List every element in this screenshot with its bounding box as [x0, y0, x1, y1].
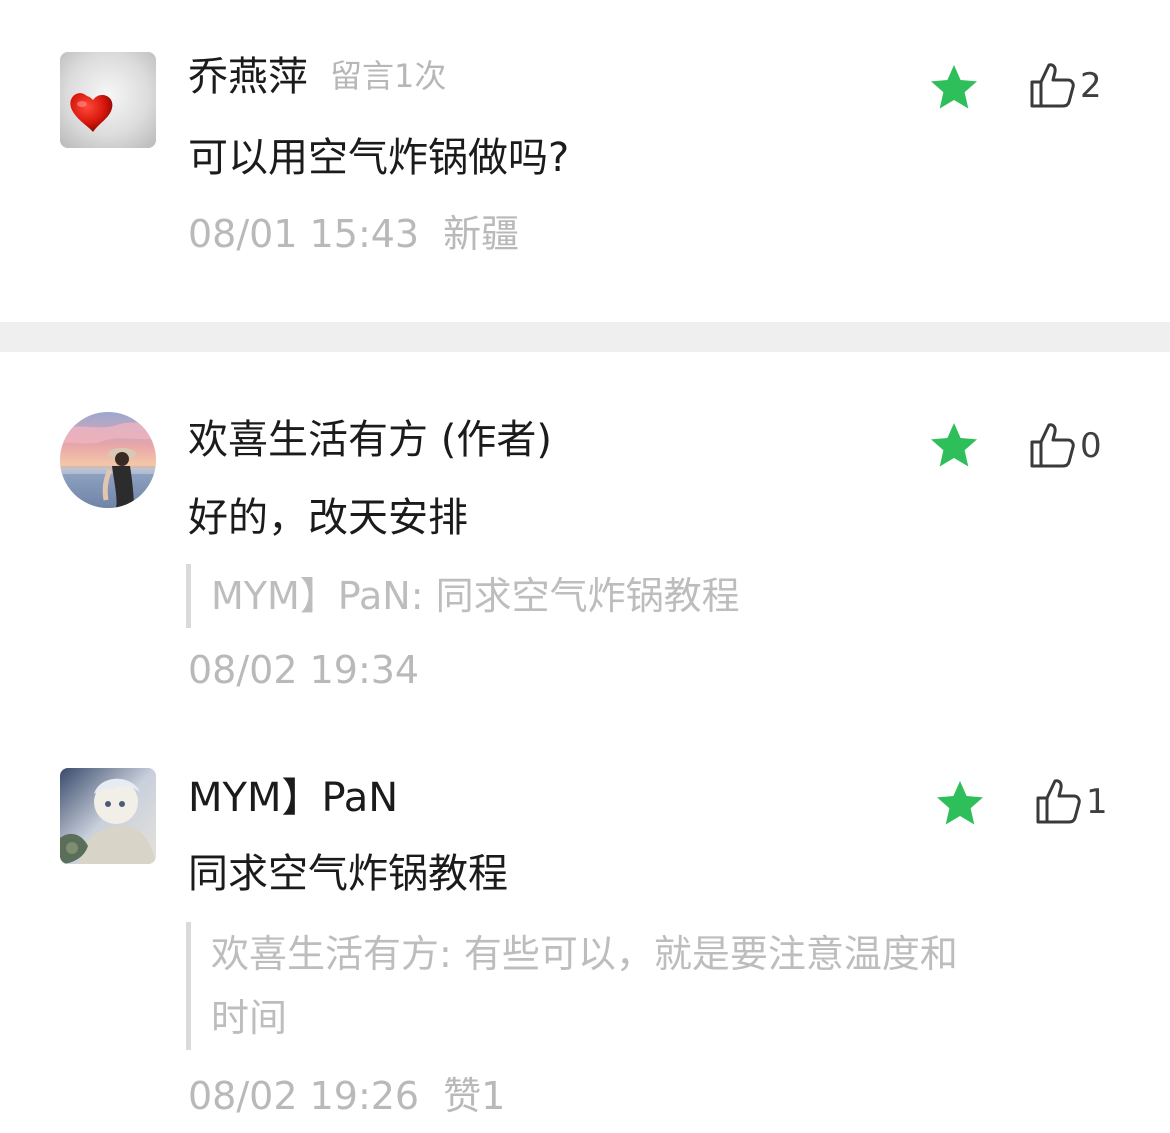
comment-likes-label: 赞1	[443, 1074, 506, 1118]
comments-page: 乔燕萍 留言1次 2 可以用空气炸锅做吗? 08/01 15:43 新疆 欢喜生…	[0, 0, 1170, 1133]
comment-time-line: 08/01 15:43 新疆	[188, 210, 519, 258]
like-count: 1	[1086, 782, 1108, 822]
like-button[interactable]: 0	[1028, 420, 1102, 472]
avatar[interactable]	[60, 412, 156, 508]
comment-item: 乔燕萍 留言1次 2 可以用空气炸锅做吗? 08/01 15:43 新疆	[0, 0, 1170, 322]
comment-item: MYM】PaN 1 同求空气炸锅教程 欢喜生活有方: 有些可以，就是要注意温度和…	[0, 722, 1170, 1133]
thumbs-up-icon	[1030, 63, 1075, 108]
avatar-heart-image	[60, 52, 156, 148]
comment-time: 08/02 19:26	[188, 1074, 420, 1118]
thumbs-up-icon	[1036, 779, 1081, 824]
section-divider	[0, 322, 1170, 352]
comment-time: 08/01 15:43	[188, 212, 420, 256]
star-icon	[931, 65, 977, 109]
quoted-reply-line: 欢喜生活有方: 有些可以，就是要注意温度和	[211, 932, 958, 976]
thumbs-up-icon	[1030, 423, 1075, 468]
avatar-anime-image	[60, 768, 156, 864]
star-icon	[937, 781, 983, 825]
avatar[interactable]	[60, 768, 156, 864]
avatar-sunset-image	[60, 412, 156, 508]
comment-location: 新疆	[443, 212, 520, 256]
comment-count-label: 留言1次	[330, 57, 447, 95]
quoted-reply: MYM】PaN: 同求空气炸锅教程	[186, 564, 1091, 628]
comment-time: 08/02 19:34	[188, 648, 420, 692]
comment-time-line: 08/02 19:26 赞1	[188, 1072, 505, 1120]
like-button[interactable]: 2	[1028, 60, 1102, 112]
avatar[interactable]	[60, 52, 156, 148]
star-icon	[931, 423, 977, 467]
comment-time-line: 08/02 19:34	[188, 646, 419, 694]
comment-item: 欢喜生活有方 (作者) 0 好的，改天安排 MYM】PaN: 同求空气炸锅教程 …	[0, 352, 1170, 722]
star-button[interactable]	[930, 422, 978, 468]
quoted-reply-line: 时间	[211, 996, 288, 1040]
commenter-name-text: 乔燕萍	[188, 54, 308, 100]
like-button[interactable]: 1	[1034, 776, 1108, 828]
like-count: 2	[1080, 66, 1102, 106]
star-button[interactable]	[930, 64, 978, 110]
commenter-name[interactable]: 欢喜生活有方 (作者)	[188, 414, 552, 466]
comment-text: 同求空气炸锅教程	[188, 851, 508, 897]
commenter-name[interactable]: MYM】PaN	[188, 772, 398, 824]
quoted-reply: 欢喜生活有方: 有些可以，就是要注意温度和 时间	[186, 922, 1091, 1050]
commenter-name[interactable]: 乔燕萍 留言1次	[188, 50, 446, 103]
star-button[interactable]	[936, 780, 984, 826]
like-count: 0	[1080, 426, 1102, 466]
comment-text: 可以用空气炸锅做吗?	[188, 135, 570, 181]
quoted-reply-text: MYM】PaN: 同求空气炸锅教程	[211, 574, 740, 618]
comment-text: 好的，改天安排	[188, 495, 468, 541]
